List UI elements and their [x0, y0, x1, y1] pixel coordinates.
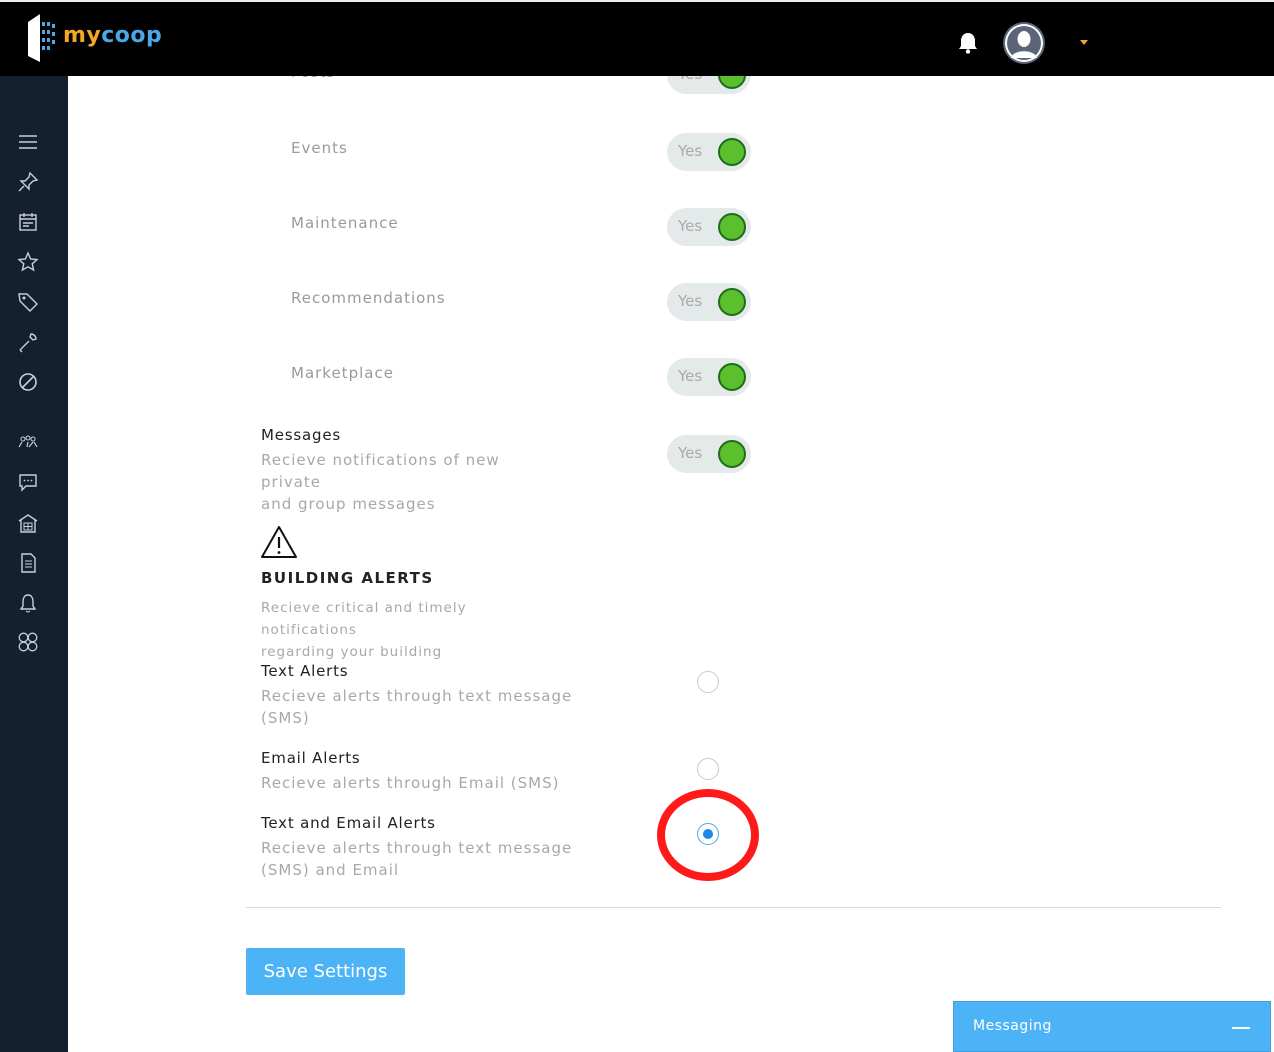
toggle-knob	[718, 288, 746, 316]
text-alerts-desc-line-1: Recieve alerts through text message	[261, 687, 573, 705]
row-label-marketplace: Marketplace	[291, 364, 394, 382]
building-alerts-title: BUILDING ALERTS	[261, 569, 434, 587]
minimize-icon[interactable]	[1232, 1027, 1250, 1029]
email-alerts-description: Recieve alerts through Email (SMS)	[261, 772, 581, 794]
toggle-knob	[718, 61, 746, 89]
divider	[246, 907, 1221, 908]
messaging-panel[interactable]: Messaging	[953, 1001, 1271, 1052]
highlight-annotation-circle	[657, 789, 759, 881]
apps-icon[interactable]	[17, 631, 39, 653]
email-alerts-title: Email Alerts	[261, 749, 361, 767]
toggle-knob	[718, 213, 746, 241]
top-navbar: mycoop	[0, 0, 1274, 76]
toggle-recommendations[interactable]: Yes	[667, 283, 751, 321]
toggle-label: Yes	[678, 217, 703, 235]
text-and-email-alerts-desc-line-2: (SMS) and Email	[261, 861, 400, 879]
text-alerts-title: Text Alerts	[261, 662, 349, 680]
building-icon[interactable]	[17, 512, 39, 534]
chat-icon[interactable]	[17, 471, 39, 493]
pin-icon[interactable]	[17, 171, 39, 193]
text-and-email-alerts-title: Text and Email Alerts	[261, 814, 436, 832]
building-alerts-description: Recieve critical and timely notification…	[261, 597, 561, 663]
wrench-icon[interactable]	[17, 331, 39, 353]
messaging-label: Messaging	[973, 1018, 1052, 1034]
menu-icon[interactable]	[17, 131, 39, 153]
user-avatar-overlay	[1003, 22, 1045, 64]
toggle-knob	[718, 363, 746, 391]
toggle-events[interactable]: Yes	[667, 133, 751, 171]
logo-my-overlay: my	[63, 23, 102, 48]
document-icon[interactable]	[17, 552, 39, 574]
toggle-knob	[718, 440, 746, 468]
tag-icon[interactable]	[17, 291, 39, 313]
messages-title: Messages	[261, 426, 341, 444]
text-alerts-radio[interactable]	[697, 671, 719, 693]
calendar-icon[interactable]	[17, 211, 39, 233]
toggle-label: Yes	[678, 444, 703, 462]
toggle-label: Yes	[678, 367, 703, 385]
text-and-email-alerts-desc-line-1: Recieve alerts through text message	[261, 839, 573, 857]
text-and-email-alerts-description: Recieve alerts through text message (SMS…	[261, 837, 581, 881]
text-alerts-desc-line-2: (SMS)	[261, 709, 310, 727]
blocked-icon[interactable]	[17, 371, 39, 393]
notifications-bell-icon[interactable]	[17, 592, 39, 614]
toggle-maintenance[interactable]: Yes	[667, 208, 751, 246]
community-icon[interactable]	[17, 431, 39, 453]
messages-description: Recieve notifications of new private and…	[261, 449, 561, 515]
row-label-posts: Posts	[291, 63, 336, 81]
toggle-knob	[718, 138, 746, 166]
warning-icon	[261, 526, 297, 558]
toggle-posts[interactable]: Yes	[667, 56, 751, 94]
user-silhouette-overlay-icon	[1005, 24, 1043, 62]
messages-desc-line-1: Recieve notifications of new private	[261, 451, 500, 491]
row-label-events: Events	[291, 139, 348, 157]
email-alerts-radio[interactable]	[697, 758, 719, 780]
building-alerts-desc-line-2: regarding your building	[261, 644, 443, 660]
toggle-label: Yes	[678, 292, 703, 310]
star-icon[interactable]	[17, 251, 39, 273]
logo-wordmark-overlay: mycoop	[63, 23, 162, 48]
bell-overlay-icon	[959, 33, 977, 54]
messages-desc-line-2: and group messages	[261, 495, 436, 513]
toggle-label: Yes	[678, 65, 703, 83]
email-alerts-desc-line-1: Recieve alerts through Email (SMS)	[261, 774, 560, 792]
text-alerts-description: Recieve alerts through text message (SMS…	[261, 685, 581, 729]
toggle-marketplace[interactable]: Yes	[667, 358, 751, 396]
account-caret-overlay-icon	[1080, 40, 1088, 45]
save-settings-button[interactable]: Save Settings	[246, 948, 405, 995]
toggle-messages[interactable]: Yes	[667, 435, 751, 473]
building-alerts-desc-line-1: Recieve critical and timely notification…	[261, 600, 467, 638]
toggle-label: Yes	[678, 142, 703, 160]
sidebar	[0, 76, 68, 1052]
row-label-maintenance: Maintenance	[291, 214, 399, 232]
logo-coop-overlay: coop	[101, 23, 163, 48]
row-label-recommendations: Recommendations	[291, 289, 446, 307]
